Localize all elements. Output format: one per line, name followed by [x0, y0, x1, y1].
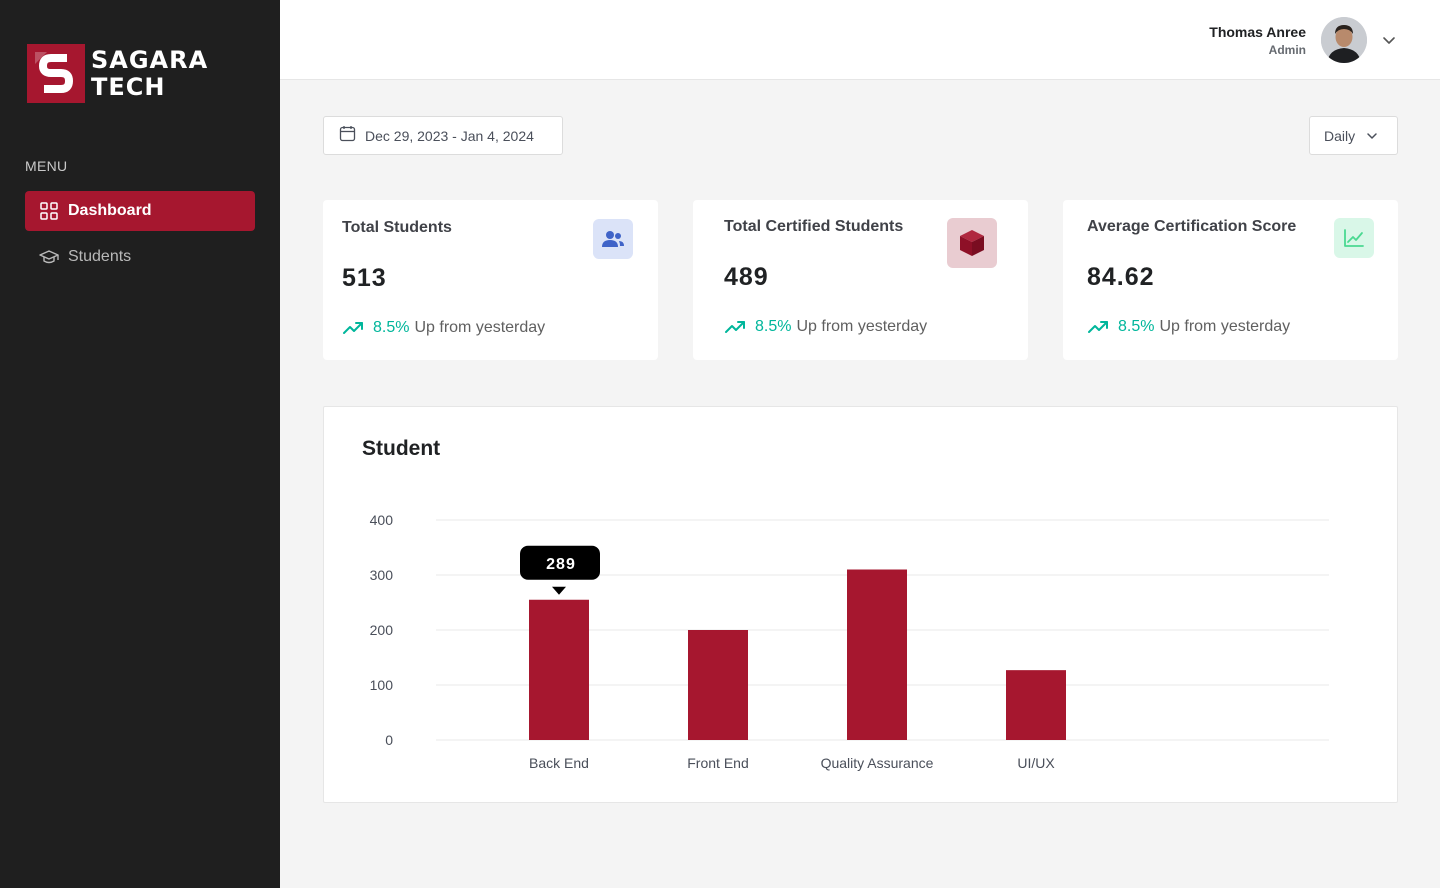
stat-trend: 8.5% Up from yesterday — [1087, 318, 1290, 336]
x-tick-label: UI/UX — [1017, 755, 1055, 771]
stat-title: Total Students — [342, 219, 452, 236]
stat-card-certified-students: Total Certified Students 489 8.5% Up fro… — [693, 200, 1028, 360]
stat-value: 489 — [724, 263, 769, 291]
brand-line-2: TECH — [91, 72, 166, 101]
trending-up-icon — [343, 322, 363, 334]
chart-bar — [847, 569, 907, 740]
stat-title: Average Certification Score — [1087, 218, 1297, 235]
y-tick-label: 300 — [370, 567, 394, 583]
trend-text: Up from yesterday — [414, 319, 546, 336]
chevron-down-icon — [1367, 132, 1377, 139]
y-tick-label: 100 — [370, 677, 394, 693]
logo-mark-icon — [27, 44, 85, 103]
trend-percent: 8.5% — [1118, 318, 1155, 335]
menu-label: MENU — [25, 158, 68, 174]
y-tick-label: 0 — [385, 732, 393, 748]
stat-value: 84.62 — [1087, 263, 1155, 291]
calendar-icon — [339, 125, 356, 147]
sidebar-item-students[interactable]: Students — [25, 237, 255, 277]
sidebar-item-label: Students — [68, 248, 132, 265]
user-role: Admin — [1268, 43, 1306, 57]
date-range-text: Dec 29, 2023 - Jan 4, 2024 — [365, 127, 534, 144]
sidebar-item-dashboard[interactable]: Dashboard — [25, 191, 255, 231]
stat-title: Total Certified Students — [724, 218, 904, 235]
y-tick-label: 200 — [370, 622, 394, 638]
chart-bar — [1006, 670, 1066, 740]
trend-text: Up from yesterday — [1159, 318, 1291, 335]
stat-card-average-score: Average Certification Score 84.62 8.5% U… — [1063, 200, 1398, 360]
trend-percent: 8.5% — [373, 319, 410, 336]
brand-logo[interactable]: SAGARA TECH — [27, 44, 208, 103]
date-range-picker[interactable]: Dec 29, 2023 - Jan 4, 2024 — [323, 116, 563, 155]
tooltip-pointer — [552, 586, 566, 595]
chart-bar — [688, 630, 748, 740]
x-tick-label: Quality Assurance — [821, 755, 934, 771]
line-chart-icon — [1334, 218, 1374, 258]
chart-bar — [529, 599, 589, 740]
period-value: Daily — [1324, 127, 1356, 144]
stat-value: 513 — [342, 264, 387, 292]
tooltip-value: 289 — [546, 556, 576, 573]
period-select[interactable]: Daily — [1309, 116, 1398, 155]
trending-up-icon — [1088, 321, 1108, 333]
stat-trend: 8.5% Up from yesterday — [342, 319, 545, 337]
student-chart-card: Student 0 100 200 300 400 Back End Front End Qu… — [323, 406, 1398, 803]
grid-icon — [39, 201, 59, 221]
brand-name: SAGARA TECH — [91, 45, 209, 101]
trending-up-icon — [725, 321, 745, 333]
trend-text: Up from yesterday — [796, 318, 928, 335]
stat-trend: 8.5% Up from yesterday — [724, 318, 927, 336]
x-tick-label: Front End — [687, 755, 748, 771]
graduation-cap-icon — [39, 247, 59, 267]
brand-line-1: SAGARA — [91, 45, 209, 74]
student-bar-chart: 0 100 200 300 400 Back End Front End Quality As… — [370, 512, 1329, 771]
user-name: Thomas Anree — [1209, 24, 1306, 40]
chevron-down-icon[interactable] — [1380, 31, 1398, 49]
sidebar: SAGARA TECH MENU Dashboard Students — [0, 0, 280, 888]
top-bar — [280, 0, 1440, 80]
cube-icon — [947, 218, 997, 268]
users-icon — [593, 219, 633, 259]
sidebar-item-label: Dashboard — [68, 202, 152, 219]
x-tick-label: Back End — [529, 755, 589, 771]
trend-percent: 8.5% — [755, 318, 792, 335]
y-tick-label: 400 — [370, 512, 394, 528]
avatar[interactable] — [1321, 17, 1367, 63]
stat-card-total-students: Total Students 513 8.5% Up from yesterda… — [323, 200, 658, 360]
